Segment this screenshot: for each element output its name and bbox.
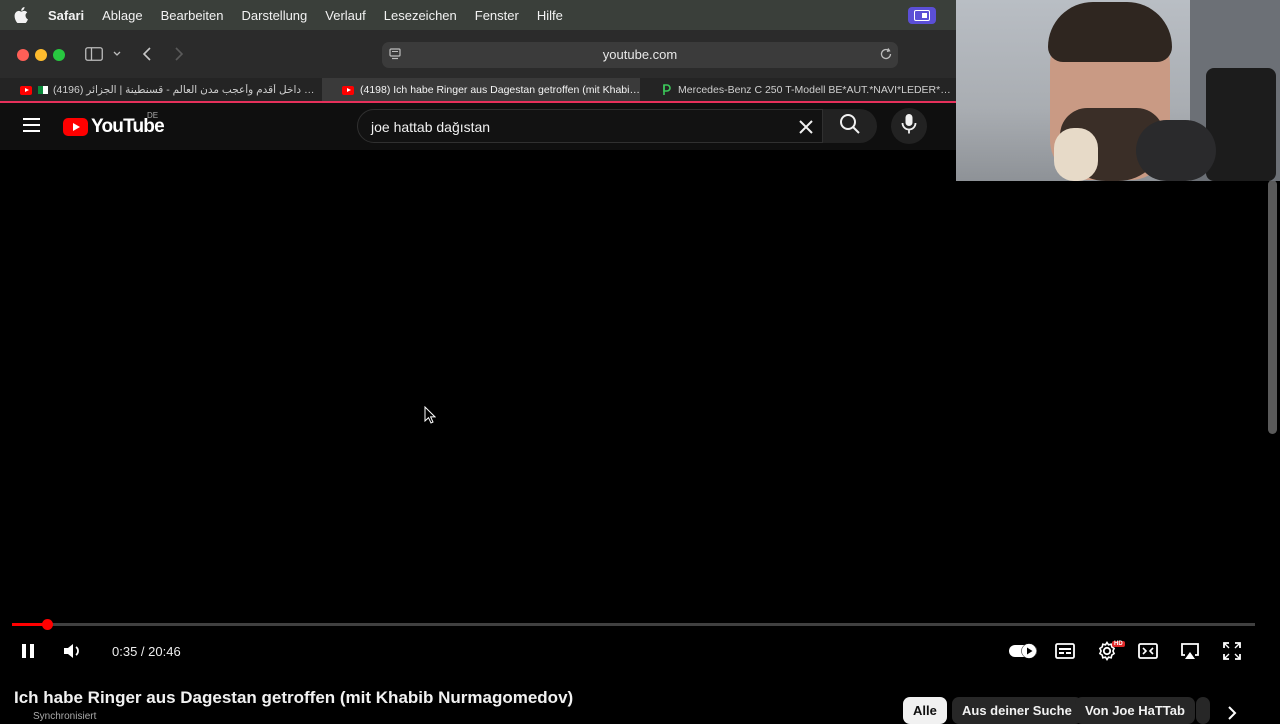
voice-search-button[interactable] — [891, 108, 927, 144]
region-code: DE — [147, 111, 159, 120]
theater-mode-icon[interactable] — [1137, 641, 1159, 661]
youtube-logo[interactable]: YouTube DE — [63, 111, 165, 138]
menu-verlauf[interactable]: Verlauf — [325, 8, 365, 23]
volume-button[interactable] — [60, 641, 84, 661]
sync-label: Synchronisiert — [33, 711, 97, 722]
pause-button[interactable] — [18, 641, 38, 661]
screen-share-status-icon[interactable] — [908, 7, 936, 24]
webcam-overlay — [956, 0, 1280, 181]
mic-arm — [1206, 68, 1276, 181]
headphones — [1054, 128, 1098, 181]
clear-search-icon[interactable] — [794, 115, 818, 139]
menu-ablage[interactable]: Ablage — [102, 8, 142, 23]
search-input[interactable]: joe hattab dağıstan — [357, 109, 823, 143]
forward-icon[interactable] — [172, 46, 186, 62]
subtitles-icon[interactable] — [1054, 641, 1076, 661]
menu-bearbeiten[interactable]: Bearbeiten — [161, 8, 224, 23]
menu-fenster[interactable]: Fenster — [475, 8, 519, 23]
hamburger-menu-icon[interactable] — [23, 118, 40, 132]
chevron-down-icon[interactable] — [112, 48, 122, 60]
microphone — [1136, 120, 1216, 181]
back-icon[interactable] — [140, 46, 154, 62]
window-close-button[interactable] — [17, 49, 29, 61]
tab-label: Mercedes-Benz C 250 T-Modell BE*AUT.*NAV… — [678, 84, 956, 96]
video-title: Ich habe Ringer aus Dagestan getroffen (… — [14, 688, 574, 707]
hd-badge: HD — [1112, 641, 1125, 647]
fullscreen-icon[interactable] — [1221, 641, 1243, 661]
tab-label: (4198) Ich habe Ringer aus Dagestan getr… — [360, 84, 640, 96]
search-query: joe hattab dağıstan — [371, 119, 491, 135]
menu-hilfe[interactable]: Hilfe — [537, 8, 563, 23]
tab-mercedes[interactable]: Mercedes-Benz C 250 T-Modell BE*AUT.*NAV… — [642, 78, 956, 102]
window-zoom-button[interactable] — [53, 49, 65, 61]
youtube-icon — [20, 85, 32, 95]
progress-bar[interactable] — [12, 619, 1255, 630]
sidebar-toggle-icon[interactable] — [84, 46, 104, 62]
search-button[interactable] — [823, 109, 877, 143]
chevron-right-icon[interactable] — [1221, 702, 1243, 724]
tab-constantine[interactable]: (4196) داخل أقدم وأعجب مدن العالم - قسنط… — [0, 78, 320, 102]
menu-darstellung[interactable]: Darstellung — [242, 8, 308, 23]
tab-dagestan-video[interactable]: (4198) Ich habe Ringer aus Dagestan getr… — [322, 78, 640, 102]
microphone-icon — [901, 113, 917, 140]
progress-scrubber-handle[interactable] — [41, 619, 53, 630]
autoplay-toggle[interactable] — [1008, 641, 1038, 661]
apple-menu-icon[interactable] — [14, 7, 32, 23]
algeria-flag-icon — [38, 86, 48, 94]
tab-label: (4196) داخل أقدم وأعجب مدن العالم - قسنط… — [53, 84, 320, 96]
mobile-de-icon — [662, 84, 672, 96]
youtube-icon — [342, 85, 354, 95]
window-minimize-button[interactable] — [35, 49, 47, 61]
page-scrollbar[interactable] — [1268, 180, 1277, 434]
reload-icon[interactable] — [879, 47, 893, 66]
mouse-cursor-icon — [424, 405, 437, 429]
address-url: youtube.com — [602, 47, 678, 62]
youtube-play-logo-icon — [63, 118, 88, 136]
menu-lesezeichen[interactable]: Lesezeichen — [384, 8, 457, 23]
webcam-person-hair — [1048, 2, 1172, 62]
search-icon — [839, 113, 861, 140]
airplay-icon[interactable] — [1179, 641, 1201, 661]
menu-app-safari[interactable]: Safari — [48, 8, 84, 23]
address-bar[interactable]: youtube.com — [382, 42, 898, 68]
video-player[interactable] — [0, 150, 1266, 676]
time-display: 0:35 / 20:46 — [112, 644, 181, 659]
